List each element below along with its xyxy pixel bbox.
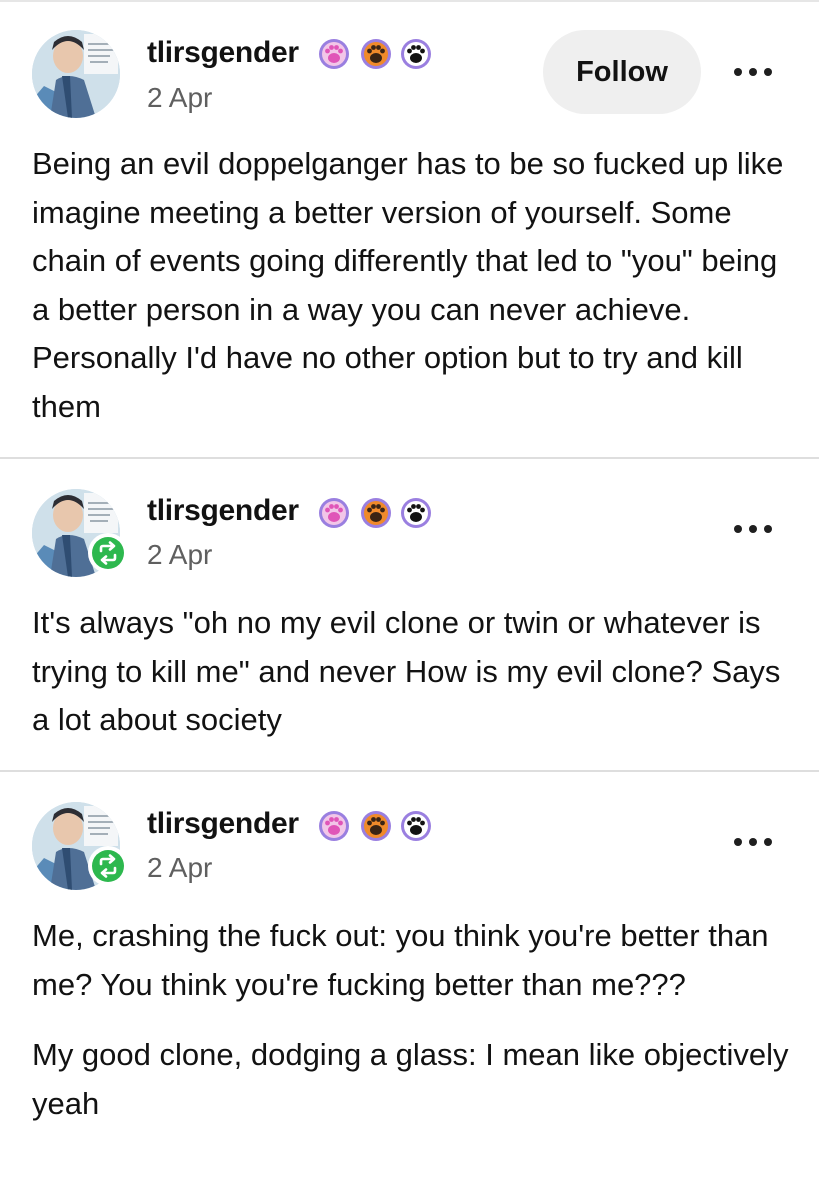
pink-paw-badge-icon [319,811,349,841]
avatar[interactable] [32,30,120,118]
black-paw-badge-icon [401,498,431,528]
username[interactable]: tlirsgender [147,494,299,528]
reblog-icon [88,533,128,573]
follow-button[interactable]: Follow [543,30,701,114]
more-options-icon[interactable] [732,523,774,535]
post-paragraph: It's always "oh no my evil clone or twin… [32,605,781,737]
post-body: Being an evil doppelganger has to be so … [32,140,792,431]
post-date[interactable]: 2 Apr [147,82,212,114]
orange-paw-badge-icon [361,498,391,528]
post-date[interactable]: 2 Apr [147,852,212,884]
post-paragraph: Me, crashing the fuck out: you think you… [32,918,769,1002]
username[interactable]: tlirsgender [147,807,299,841]
post-body: It's always "oh no my evil clone or twin… [32,599,792,745]
orange-paw-badge-icon [361,811,391,841]
more-options-icon[interactable] [732,836,774,848]
reblog-post: tlirsgender 2 A [0,772,819,1200]
post-paragraph: My good clone, dodging a glass: I mean l… [32,1037,789,1121]
post: tlirsgender 2 Apr Follow Being an evil d… [0,0,819,459]
pink-paw-badge-icon [319,39,349,69]
post-body: Me, crashing the fuck out: you think you… [32,912,792,1128]
orange-paw-badge-icon [361,39,391,69]
more-options-icon[interactable] [732,66,774,78]
post-paragraph: Being an evil doppelganger has to be so … [32,146,784,424]
black-paw-badge-icon [401,811,431,841]
pink-paw-badge-icon [319,498,349,528]
post-date[interactable]: 2 Apr [147,539,212,571]
black-paw-badge-icon [401,39,431,69]
reblog-icon [88,846,128,886]
reblog-post: tlirsgender 2 A [0,459,819,772]
username[interactable]: tlirsgender [147,36,299,70]
